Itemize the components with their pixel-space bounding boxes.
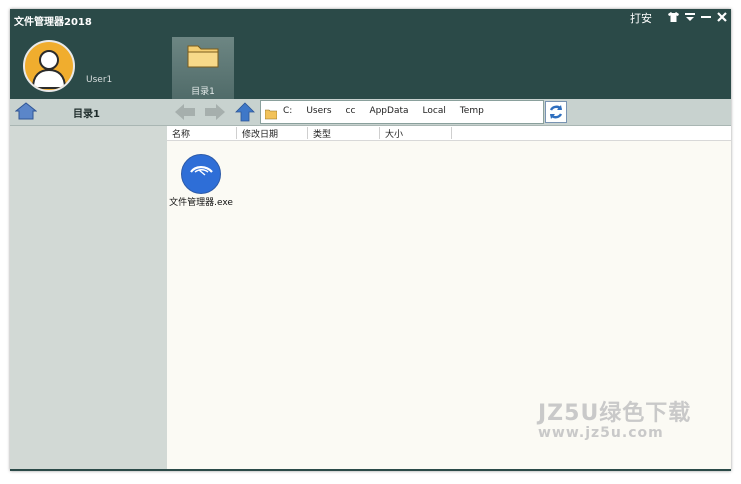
address-folder-icon bbox=[264, 105, 278, 124]
app-window: 文件管理器2018 打安 User1 目录1 目录1 C: Users cc A… bbox=[10, 9, 731, 471]
home-icon[interactable] bbox=[14, 102, 38, 124]
breadcrumb-item[interactable]: cc bbox=[346, 106, 356, 116]
column-header-row: 名称 修改日期 类型 大小 bbox=[167, 126, 731, 141]
refresh-icon bbox=[549, 105, 563, 119]
column-header-name[interactable]: 名称 bbox=[167, 127, 237, 140]
refresh-button[interactable] bbox=[545, 101, 567, 123]
watermark-line-2: www.jz5u.com bbox=[538, 425, 664, 441]
app-title: 文件管理器2018 bbox=[14, 17, 92, 28]
skin-button[interactable]: 打安 bbox=[630, 12, 652, 26]
column-header-modified[interactable]: 修改日期 bbox=[237, 127, 308, 140]
tab-directory-1[interactable]: 目录1 bbox=[172, 37, 234, 99]
tab-label: 目录1 bbox=[191, 87, 215, 97]
forward-arrow-icon[interactable] bbox=[204, 103, 226, 125]
up-arrow-icon[interactable] bbox=[235, 102, 255, 126]
breadcrumb-item[interactable]: Local bbox=[423, 106, 446, 116]
app-exe-icon bbox=[181, 154, 221, 194]
watermark: JZ5U绿色下载 www.jz5u.com bbox=[538, 395, 691, 441]
folder-icon bbox=[187, 42, 219, 72]
breadcrumb: C: Users cc AppData Local Temp bbox=[283, 106, 498, 116]
window-controls: 打安 bbox=[630, 12, 727, 26]
column-header-size[interactable]: 大小 bbox=[380, 127, 452, 140]
username-label: User1 bbox=[86, 75, 113, 85]
minimize-icon[interactable] bbox=[701, 12, 711, 26]
breadcrumb-item[interactable]: C: bbox=[283, 106, 292, 116]
column-header-type[interactable]: 类型 bbox=[308, 127, 380, 140]
avatar[interactable] bbox=[23, 40, 75, 92]
shirt-icon[interactable] bbox=[668, 12, 679, 26]
breadcrumb-item[interactable]: AppData bbox=[369, 106, 408, 116]
address-bar[interactable]: C: Users cc AppData Local Temp bbox=[260, 100, 544, 124]
menu-icon[interactable] bbox=[685, 12, 695, 26]
sidebar bbox=[10, 126, 167, 471]
bottom-border bbox=[10, 469, 731, 471]
close-icon[interactable] bbox=[717, 12, 727, 26]
breadcrumb-item[interactable]: Temp bbox=[460, 106, 484, 116]
file-item[interactable]: 文件管理器.exe bbox=[169, 154, 233, 209]
directory-title: 目录1 bbox=[73, 109, 100, 120]
breadcrumb-item[interactable]: Users bbox=[306, 106, 331, 116]
navigation-bar: 目录1 C: Users cc AppData Local Temp bbox=[10, 99, 731, 126]
file-name: 文件管理器.exe bbox=[169, 198, 233, 208]
title-bar: 文件管理器2018 打安 User1 目录1 bbox=[10, 9, 731, 99]
back-arrow-icon[interactable] bbox=[174, 103, 196, 125]
user-avatar-icon bbox=[31, 50, 67, 89]
watermark-line-1: JZ5U绿色下载 bbox=[538, 401, 692, 426]
